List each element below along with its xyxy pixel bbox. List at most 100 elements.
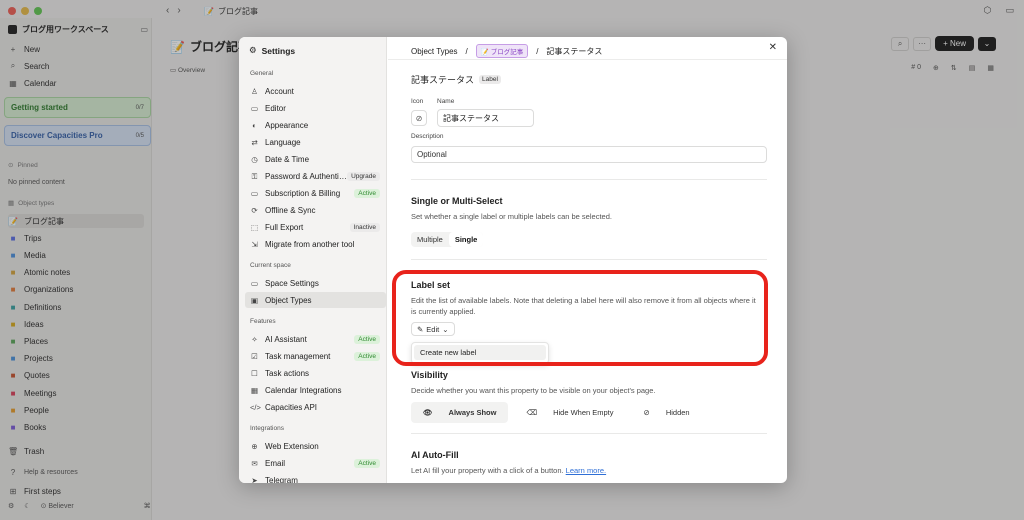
hide-when-empty-option[interactable]: ⌫ Hide When Empty: [514, 402, 625, 423]
label-set-desc: Edit the list of available labels. Note …: [411, 296, 756, 316]
section-divider: [411, 259, 767, 260]
hidden-option[interactable]: ⊘ Hidden: [632, 402, 702, 423]
settings-nav-item[interactable]: ⇄ Language: [245, 134, 386, 150]
learn-more-link[interactable]: Learn more.: [566, 466, 606, 475]
breadcrumb-object-types[interactable]: Object Types: [411, 47, 458, 56]
settings-item-label: Full Export: [265, 223, 304, 233]
settings-nav-item[interactable]: ▣ Object Types: [245, 292, 386, 309]
status-badge: Active: [354, 189, 380, 199]
property-editor: Object Types / 📝 ブログ記事 / 記事ステータス ✕ 記事ステー…: [388, 37, 787, 483]
settings-item-icon: ▭: [250, 189, 259, 199]
visibility-desc: Decide whether you want this property to…: [411, 386, 656, 395]
settings-nav-item[interactable]: ♙ Account: [245, 83, 386, 99]
settings-section-header: Features: [250, 318, 276, 325]
settings-item-label: Account: [265, 86, 294, 96]
status-badge: Active: [354, 351, 380, 361]
settings-nav-item[interactable]: ☐ Task actions: [245, 365, 386, 381]
eye-icon: 👁: [423, 408, 433, 417]
select-mode-desc: Set whether a single label or multiple l…: [411, 212, 612, 221]
settings-nav-item[interactable]: ▭ Space Settings: [245, 275, 386, 291]
settings-item-label: Web Extension: [265, 441, 319, 451]
settings-nav-item[interactable]: ✧ AI Assistant Active: [245, 331, 386, 347]
settings-item-label: Password & Authenti…: [265, 172, 347, 181]
breadcrumb-type-label: ブログ記事: [490, 49, 524, 56]
label-set-title: Label set: [411, 280, 451, 290]
settings-item-icon: ⊕: [251, 441, 258, 451]
settings-item-label: Appearance: [265, 120, 309, 130]
settings-nav-item[interactable]: ⚿ Password & Authenti… Upgrade: [245, 169, 386, 185]
breadcrumb-separator: /: [536, 46, 539, 56]
settings-item-icon: </>: [250, 402, 261, 412]
icon-picker[interactable]: ⊘: [411, 110, 427, 126]
create-new-label-item[interactable]: Create new label: [414, 345, 546, 360]
settings-item-label: Space Settings: [265, 278, 319, 288]
description-input[interactable]: Optional: [411, 146, 767, 163]
property-type-tag: Label: [479, 75, 501, 84]
settings-item-icon: ⟳: [251, 206, 258, 216]
settings-nav-item[interactable]: ⟳ Offline & Sync: [245, 203, 386, 219]
property-heading-text: 記事ステータス: [411, 75, 475, 85]
always-show-option[interactable]: 👁 Always Show: [411, 402, 509, 423]
settings-nav-item[interactable]: ⇲ Migrate from another tool: [245, 237, 386, 253]
settings-item-label: Offline & Sync: [265, 206, 316, 216]
settings-nav-item[interactable]: ▦ Calendar Integrations: [245, 382, 386, 398]
settings-item-icon: ➤: [251, 475, 258, 483]
settings-item-icon: ✉: [251, 458, 258, 468]
single-option[interactable]: Single: [448, 232, 484, 247]
settings-title: Settings: [261, 45, 296, 56]
settings-nav-item[interactable]: ◷ Date & Time: [245, 151, 386, 167]
settings-header: ⚙ Settings: [249, 45, 295, 56]
edit-labels-dropdown: Create new label: [411, 342, 549, 364]
settings-item-icon: ▭: [250, 103, 259, 113]
settings-item-label: Date & Time: [265, 154, 310, 164]
settings-nav-item[interactable]: ▭ Subscription & Billing Active: [245, 186, 386, 202]
settings-item-label: Telegram: [265, 475, 298, 483]
select-mode-toggle: Multiple Single: [411, 232, 484, 247]
settings-section-header: Current space: [250, 262, 291, 269]
settings-item-icon: ◐: [252, 120, 257, 130]
settings-section-header: Integrations: [250, 425, 284, 432]
eye-off-icon: ⊘: [643, 408, 650, 417]
option-label: Hide When Empty: [553, 408, 614, 417]
settings-nav-item[interactable]: ☑ Task management Active: [245, 348, 386, 364]
description-label: Description: [411, 133, 444, 140]
close-icon[interactable]: ✕: [769, 42, 777, 53]
option-label: Always Show: [448, 408, 497, 417]
edit-label: Edit: [426, 324, 440, 334]
option-label: Hidden: [665, 408, 690, 417]
auto-fill-title: AI Auto-Fill: [411, 450, 459, 460]
settings-nav-item[interactable]: ▭ Editor: [245, 100, 386, 116]
settings-item-icon: ⬚: [250, 223, 259, 233]
multiple-option[interactable]: Multiple: [411, 232, 449, 247]
tag-icon: ⊘: [415, 113, 423, 123]
name-input[interactable]: 記事ステータス: [437, 109, 534, 127]
settings-item-icon: ☐: [251, 368, 258, 378]
status-badge: Upgrade: [347, 172, 380, 181]
settings-nav-item[interactable]: ✉ Email Active: [245, 455, 386, 471]
select-mode-title: Single or Multi-Select: [411, 196, 503, 206]
status-badge: Active: [354, 334, 380, 344]
settings-item-icon: ▭: [250, 278, 259, 288]
edit-labels-button[interactable]: ✎ Edit ⌄: [411, 322, 455, 336]
settings-nav-item[interactable]: ⊕ Web Extension: [245, 438, 386, 454]
settings-gear-icon: ⚙: [249, 45, 257, 55]
settings-item-icon: ⇲: [251, 240, 258, 250]
settings-nav-item[interactable]: ⬚ Full Export Inactive: [245, 220, 386, 236]
settings-nav-item[interactable]: </> Capacities API: [245, 399, 386, 415]
auto-fill-desc: Let AI fill your property with a click o…: [411, 466, 761, 477]
header-divider: [388, 59, 787, 60]
settings-item-icon: ✧: [251, 334, 258, 344]
settings-nav: ⚙ Settings General ♙ Account ▭ Editor ◐ Appear…: [239, 37, 387, 483]
settings-nav-item[interactable]: ➤ Telegram: [245, 472, 386, 483]
settings-item-label: Language: [265, 137, 301, 147]
breadcrumb-type-pill[interactable]: 📝 ブログ記事: [475, 44, 529, 58]
settings-nav-item[interactable]: ◐ Appearance: [245, 117, 386, 133]
settings-section-header: General: [250, 70, 274, 77]
settings-item-label: Task actions: [265, 368, 310, 378]
settings-item-label: Editor: [265, 103, 286, 113]
chevron-down-icon: ⌄: [442, 324, 449, 334]
settings-item-icon: ☑: [251, 351, 258, 361]
settings-item-label: Migrate from another tool: [265, 240, 355, 250]
visibility-options: 👁 Always Show ⌫ Hide When Empty ⊘ Hidden: [411, 402, 702, 423]
settings-item-label: Email: [265, 458, 286, 468]
